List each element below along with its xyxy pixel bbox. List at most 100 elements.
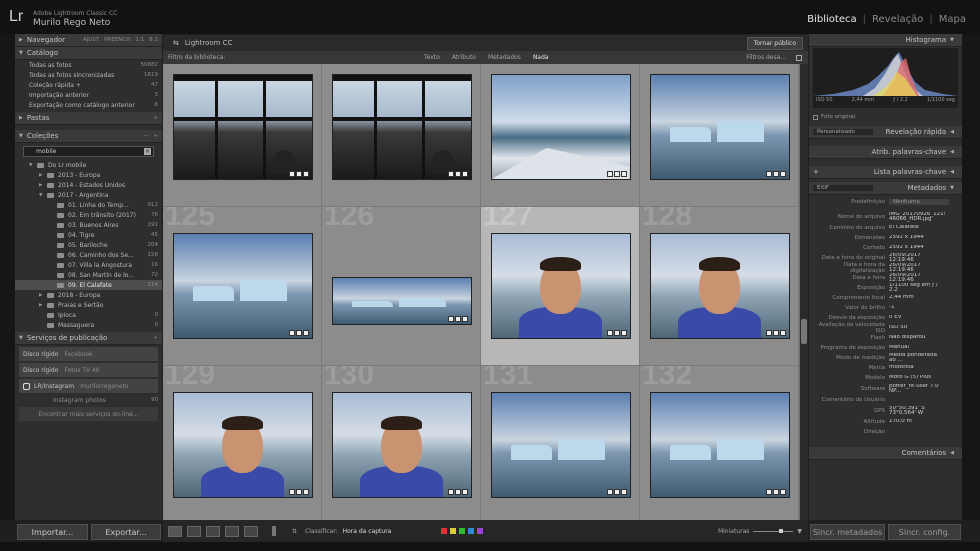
catalog-header[interactable]: ▼ Catálogo	[15, 47, 162, 60]
publish-header[interactable]: ▼ Serviços de publicação +	[15, 332, 162, 345]
collection-item[interactable]: 01. Linha do Temp... 912	[15, 200, 162, 210]
publish-service-instagram[interactable]: LR/Instagram murilorregoneto	[19, 379, 158, 393]
collection-item[interactable]: 04. Tigre 45	[15, 230, 162, 240]
photo-thumbnail[interactable]	[172, 233, 313, 339]
grid-cell[interactable]	[640, 64, 799, 207]
nav-fit[interactable]: AJUST	[83, 37, 99, 43]
grid-cell[interactable]: 126	[322, 207, 481, 366]
photo-thumbnail[interactable]	[490, 74, 631, 180]
grid-cell[interactable]	[481, 64, 640, 207]
catalog-item[interactable]: Todas as fotos sincronizadas 1819	[15, 70, 162, 80]
lock-icon[interactable]	[796, 54, 802, 61]
nav-fill[interactable]: PREENCH	[104, 37, 130, 43]
spray-can-icon[interactable]	[272, 526, 276, 536]
module-library[interactable]: Biblioteca	[807, 14, 856, 25]
clear-filter-icon[interactable]: ×	[144, 148, 151, 155]
collection-item[interactable]: ▶ 2018 - Europa	[15, 290, 162, 300]
color-label-swatch[interactable]	[477, 528, 484, 534]
add-collection-icon[interactable]: +	[153, 133, 158, 139]
collection-item[interactable]: Ipioca 0	[15, 310, 162, 320]
color-label-swatch[interactable]	[459, 528, 466, 534]
instagram-photos-item[interactable]: Instagram photos 90	[15, 395, 162, 405]
filmstrip-edge[interactable]	[0, 542, 980, 551]
publish-service-hdd-facebook[interactable]: Disco rígido Facebook	[19, 347, 158, 361]
grid-cell[interactable]: 130	[322, 366, 481, 520]
people-view-icon[interactable]	[244, 525, 258, 537]
photo-thumbnail[interactable]	[649, 233, 790, 339]
catalog-item[interactable]: Coleção rápida + 47	[15, 80, 162, 90]
metadata-preset-select[interactable]: Nenhuma	[889, 199, 949, 205]
comments-header[interactable]: Comentários ◀	[809, 447, 962, 460]
collection-item[interactable]: Massaguera 0	[15, 320, 162, 330]
publish-service-hdd-tv[interactable]: Disco rígido Fotos TV 4K	[19, 363, 158, 377]
toolbar-menu-chevron-icon[interactable]: ▼	[797, 528, 802, 535]
histogram-header[interactable]: Histograma ▼	[809, 34, 962, 47]
sort-select[interactable]: Hora da captura	[343, 528, 392, 535]
collections-header[interactable]: ▼ Coleções − +	[15, 130, 162, 143]
grid-cell[interactable]	[322, 64, 481, 207]
sync-settings-button[interactable]: Sincr. config.	[888, 524, 961, 540]
grid-cell[interactable]: 132	[640, 366, 799, 520]
export-button[interactable]: Exportar...	[91, 524, 161, 540]
photo-thumbnail[interactable]	[649, 392, 790, 498]
import-button[interactable]: Importar...	[17, 524, 88, 540]
add-folder-icon[interactable]: +	[153, 115, 158, 121]
catalog-item[interactable]: Importação anterior 3	[15, 90, 162, 100]
grid-cell[interactable]: 128	[640, 207, 799, 366]
module-map[interactable]: Mapa	[939, 14, 966, 25]
collection-item[interactable]: 08. San Martín de lo... 72	[15, 270, 162, 280]
compare-view-icon[interactable]	[206, 525, 220, 537]
grid-scrollbar[interactable]	[800, 64, 808, 520]
filter-presets-select[interactable]: Filtros desa...	[746, 54, 786, 61]
remove-collection-icon[interactable]: −	[144, 133, 149, 139]
disclosure-triangle-icon[interactable]: ▶	[39, 303, 47, 308]
collection-item[interactable]: 06. Caminho dos Se... 158	[15, 250, 162, 260]
make-public-button[interactable]: Tornar público	[746, 36, 803, 50]
collection-item[interactable]: 02. Em trânsito (2017) 76	[15, 210, 162, 220]
module-develop[interactable]: Revelação	[872, 14, 923, 25]
photo-thumbnail[interactable]	[331, 74, 472, 180]
disclosure-triangle-icon[interactable]: ▼	[29, 163, 37, 168]
grid-cell[interactable]: 125	[163, 207, 322, 366]
sync-metadata-button[interactable]: Sincr. metadados	[810, 524, 885, 540]
collection-item[interactable]: ▼ Do Lr mobile	[15, 160, 162, 170]
grid-cell[interactable]: 129	[163, 366, 322, 520]
photo-thumbnail[interactable]	[649, 74, 790, 180]
color-label-swatch[interactable]	[450, 528, 457, 534]
nav-8-1[interactable]: 8:1	[149, 37, 158, 43]
left-panel-edge[interactable]	[0, 34, 15, 520]
filter-tab-metadata[interactable]: Metadados	[482, 53, 527, 62]
survey-view-icon[interactable]	[225, 525, 239, 537]
nav-1-1[interactable]: 1:1	[135, 37, 144, 43]
find-more-services-button[interactable]: Encontrar mais serviços on-line...	[19, 407, 158, 421]
collection-filter-input[interactable]: mobile ×	[23, 146, 154, 157]
collection-item[interactable]: ▼ 2017 - Argentina	[15, 190, 162, 200]
original-photo-toggle[interactable]: Foto original	[813, 114, 855, 120]
navigator-header[interactable]: ▶ Navegador AJUST PREENCH 1:1 8:1	[15, 34, 162, 47]
add-keyword-icon[interactable]: +	[813, 168, 819, 176]
quick-develop-preset[interactable]: Personalizado	[813, 129, 873, 135]
scrollbar-thumb[interactable]	[801, 319, 807, 344]
grid-view-icon[interactable]	[168, 525, 182, 537]
sort-direction-icon[interactable]: ⇅	[292, 528, 297, 535]
color-label-swatch[interactable]	[468, 528, 475, 534]
disclosure-triangle-icon[interactable]: ▶	[39, 293, 47, 298]
collection-item[interactable]: 05. Bariloche 204	[15, 240, 162, 250]
quick-develop-header[interactable]: Personalizado Revelação rápida ◀	[809, 126, 962, 139]
collection-item[interactable]: ▶ Praias e Sertão	[15, 300, 162, 310]
back-arrow-icon[interactable]: ⇆	[173, 39, 179, 47]
color-label-swatch[interactable]	[441, 528, 448, 534]
right-panel-edge[interactable]	[962, 34, 980, 520]
photo-thumbnail[interactable]	[172, 74, 313, 180]
disclosure-triangle-icon[interactable]: ▶	[39, 173, 47, 178]
grid-cell[interactable]: 131	[481, 366, 640, 520]
collection-item[interactable]: 03. Buenos Aires 191	[15, 220, 162, 230]
thumbnail-slider[interactable]	[753, 528, 794, 533]
catalog-item[interactable]: Exportação como catálogo anterior 8	[15, 100, 162, 110]
photo-thumbnail[interactable]	[331, 392, 472, 498]
collection-item[interactable]: ▶ 2013 - Europa	[15, 170, 162, 180]
disclosure-triangle-icon[interactable]: ▶	[39, 183, 47, 188]
collection-item[interactable]: 09. El Calafate 214	[15, 280, 162, 290]
collection-item[interactable]: ▶ 2014 - Estados Unidos	[15, 180, 162, 190]
filter-tab-text[interactable]: Texto	[418, 53, 446, 62]
